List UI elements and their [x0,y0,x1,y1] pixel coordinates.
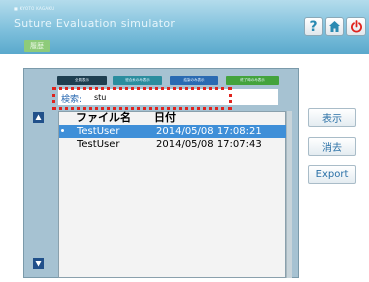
app-title: Suture Evaluation simulator [14,17,176,30]
title-bar: ■ KYOTO KAGAKU Suture Evaluation simulat… [0,0,369,54]
search-highlight-box [52,87,232,110]
triangle-down-icon [35,261,42,267]
table-row[interactable]: TestUser 2014/05/08 17:07:43 [59,138,286,151]
filter-tab-suture[interactable]: 縫合糸のみ表示 [113,76,162,85]
export-button[interactable]: Export [308,165,356,184]
filter-tab-ligation[interactable]: 結紮のみ表示 [170,76,218,85]
home-icon [329,21,340,32]
question-mark-icon: ? [309,18,318,35]
scroll-down-button[interactable] [33,258,44,269]
table-row[interactable]: TestUser 2014/05/08 17:08:21 [59,125,286,138]
power-icon [350,20,362,33]
row-filename: TestUser [77,126,120,137]
selection-marker [61,129,64,132]
breadcrumb: 履歴 [24,40,50,52]
row-date: 2014/05/08 17:07:43 [156,139,262,150]
list-scrollbar[interactable] [286,111,292,278]
column-header-date[interactable]: 日付 [154,111,176,124]
triangle-up-icon [35,114,42,120]
list-header: ファイル名 日付 [58,111,286,124]
scroll-up-button[interactable] [33,112,44,123]
help-button[interactable]: ? [304,17,323,36]
power-button[interactable] [346,17,366,36]
row-date: 2014/05/08 17:08:21 [156,126,262,137]
delete-button[interactable]: 消去 [308,137,356,156]
app-window: ■ KYOTO KAGAKU Suture Evaluation simulat… [0,0,369,282]
column-header-filename[interactable]: ファイル名 [76,111,131,124]
show-button[interactable]: 表示 [308,108,356,127]
home-button[interactable] [325,17,344,36]
maker-label: ■ KYOTO KAGAKU [14,6,55,11]
filter-tab-all[interactable]: 全員表示 [57,76,107,85]
filter-tab-finished[interactable]: 終了時のみ表示 [226,76,279,85]
row-filename: TestUser [77,139,120,150]
